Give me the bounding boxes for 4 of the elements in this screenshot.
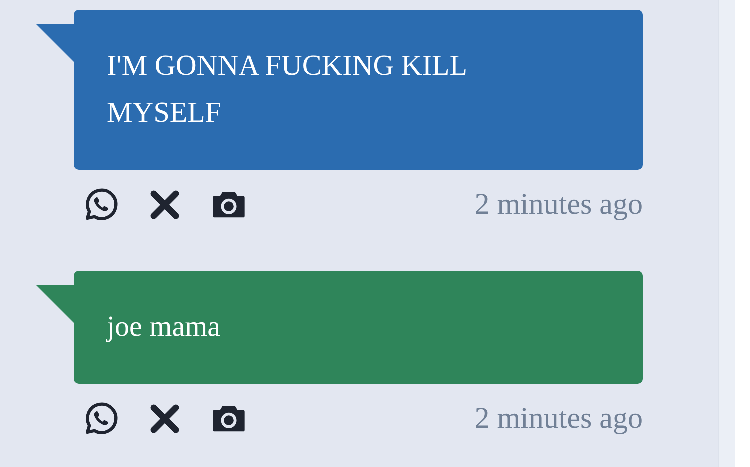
timestamp: 2 minutes ago [474, 188, 643, 222]
timestamp: 2 minutes ago [474, 402, 643, 436]
message-text: I'M GONNA FUCKING KILL MYSELF [107, 49, 468, 131]
message-text: joe mama [107, 310, 221, 345]
